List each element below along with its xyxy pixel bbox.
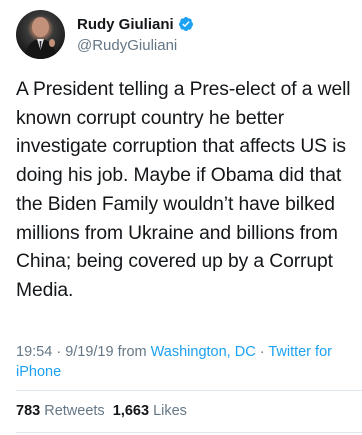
divider	[16, 432, 362, 433]
avatar-photo	[24, 17, 57, 59]
likes-stat[interactable]: 1,663 Likes	[113, 403, 187, 419]
tweet-stats: 783 Retweets 1,663 Likes	[16, 401, 187, 421]
name-row: Rudy Giuliani	[77, 15, 194, 34]
tweet-meta: 19:54 · 9/19/19 from Washington, DC · Tw…	[16, 342, 346, 382]
display-name[interactable]: Rudy Giuliani	[77, 15, 174, 34]
avatar[interactable]	[16, 10, 65, 59]
tweet-time[interactable]: 19:54	[16, 344, 52, 360]
retweets-label: Retweets	[44, 403, 105, 419]
location-link[interactable]: Washington, DC	[151, 344, 256, 360]
verified-badge-icon	[178, 17, 193, 31]
divider	[16, 390, 362, 391]
meta-separator: ·	[52, 344, 66, 360]
tweet-date[interactable]: 9/19/19	[65, 344, 113, 360]
retweets-count: 783	[16, 403, 41, 419]
author-names: Rudy Giuliani @RudyGiuliani	[77, 15, 194, 55]
tweet-header: Rudy Giuliani @RudyGiuliani	[16, 10, 194, 59]
likes-label: Likes	[153, 403, 187, 419]
likes-count: 1,663	[112, 403, 150, 419]
author-handle[interactable]: @RudyGiuliani	[77, 36, 194, 55]
meta-separator: ·	[255, 344, 269, 360]
retweets-stat[interactable]: 783 Retweets	[16, 403, 105, 419]
tweet-text: A President telling a Pres-elect of a we…	[16, 79, 351, 301]
tweet-card: Rudy Giuliani @RudyGiuliani A President …	[0, 0, 362, 435]
from-label: from	[113, 344, 151, 360]
